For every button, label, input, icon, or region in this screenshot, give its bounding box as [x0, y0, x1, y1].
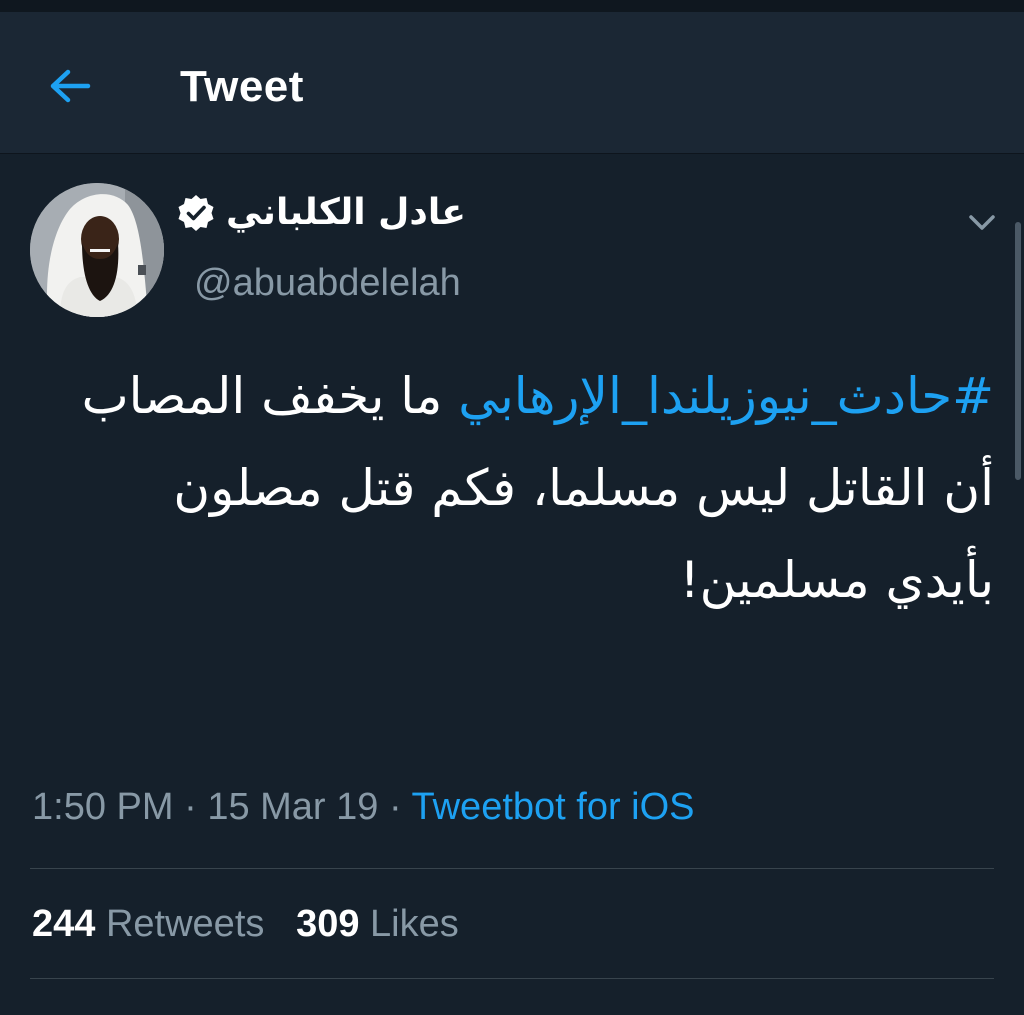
author-handle[interactable]: @abuabdelelah — [194, 262, 461, 305]
meta-separator: · — [378, 786, 412, 828]
retweets-stat[interactable]: 244 Retweets — [32, 903, 264, 945]
likes-label: Likes — [370, 903, 459, 945]
tweet-text: #حادث_نيوزيلندا_الإرهابي ما يخفف المصاب … — [60, 350, 994, 626]
retweets-count: 244 — [32, 903, 96, 945]
chevron-down-icon — [969, 215, 995, 230]
likes-stat[interactable]: 309 Likes — [296, 903, 459, 945]
header-divider — [0, 153, 1024, 154]
tweet-stats: 244 Retweets 309 Likes — [32, 903, 459, 946]
retweets-label: Retweets — [105, 903, 265, 945]
tweet-options-button[interactable] — [962, 202, 1002, 242]
back-button[interactable] — [38, 58, 102, 114]
status-bar — [0, 0, 1024, 12]
avatar-image — [30, 183, 164, 317]
avatar[interactable] — [30, 183, 164, 317]
meta-separator: · — [173, 786, 208, 828]
hashtag-link[interactable]: #حادث_نيوزيلندا_الإرهابي — [458, 367, 994, 425]
likes-count: 309 — [296, 903, 360, 945]
scrollbar[interactable] — [1015, 222, 1021, 480]
top-bar: Tweet — [0, 12, 1024, 153]
arrow-left-icon — [50, 69, 91, 103]
tweet-source-link[interactable]: Tweetbot for iOS — [412, 786, 695, 828]
author-name-row: عادل الكلباني — [176, 192, 466, 233]
divider — [30, 978, 994, 979]
author-display-name[interactable]: عادل الكلباني — [226, 192, 466, 233]
tweet-metadata: 1:50 PM · 15 Mar 19 · Tweetbot for iOS — [32, 786, 695, 829]
tweet-time: 1:50 PM — [32, 786, 174, 828]
page-title: Tweet — [180, 62, 304, 111]
verified-badge-icon — [178, 194, 214, 231]
tweet-date: 15 Mar 19 — [207, 786, 379, 828]
divider — [30, 868, 994, 869]
